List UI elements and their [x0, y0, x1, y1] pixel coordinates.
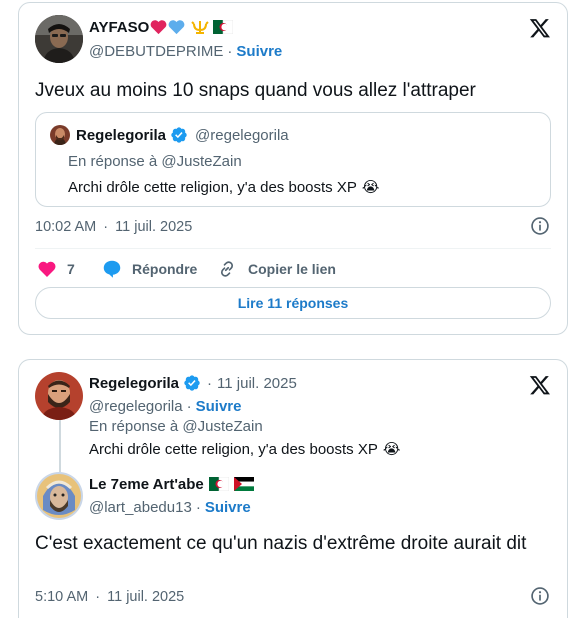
reply-time: 5:10 AM	[35, 589, 89, 605]
tweet-date: 11 juil. 2025	[115, 219, 193, 235]
quoted-reply-to: En réponse à @JusteZain	[68, 153, 242, 170]
embedded-tweet-card: Regelegorila · 11 juil. 2025 @regelegori…	[18, 359, 568, 618]
algeria-flag-icon	[213, 20, 234, 34]
info-circle-icon[interactable]	[530, 216, 550, 236]
avatar-photo-icon	[35, 372, 83, 420]
copy-link-button[interactable]: Copier le lien	[217, 258, 336, 280]
reply-author-name[interactable]: Le 7eme Art'abe	[89, 476, 204, 493]
palestine-flag-icon	[233, 477, 254, 491]
reply-timestamp[interactable]: 5:10 AM · 11 juil. 2025	[35, 589, 184, 605]
reply-author-handle[interactable]: @lart_abedu13	[89, 499, 192, 516]
author-handle-row: @DEBUTDEPRIME · Suivre	[89, 41, 282, 61]
embedded-tweet-card: AYFASO @DEBUTDEPRIME · Suivre Jveux au m…	[18, 2, 568, 335]
follow-button[interactable]: Suivre	[236, 43, 282, 60]
author-name[interactable]: AYFASO	[89, 19, 149, 36]
tweet-timestamp[interactable]: 10:02 AM · 11 juil. 2025	[35, 219, 192, 235]
quoted-author-avatar	[50, 125, 70, 145]
read-replies-label: Lire 11 réponses	[237, 295, 349, 311]
separator-dot: ·	[227, 42, 233, 60]
parent-date[interactable]: 11 juil. 2025	[217, 375, 297, 392]
author-avatar[interactable]	[35, 15, 83, 63]
avatar-photo-icon	[35, 472, 83, 520]
separator-dot: ·	[207, 374, 213, 392]
quoted-author-row: Regelegorila @regelegorila	[76, 125, 289, 145]
verified-badge-icon	[171, 127, 187, 143]
blue-heart-emoji-icon	[168, 20, 185, 35]
reply-button[interactable]: Répondre	[101, 258, 197, 280]
author-handle[interactable]: @DEBUTDEPRIME	[89, 43, 223, 60]
crying-face-emoji: 😭	[382, 441, 401, 458]
reply-author-avatar[interactable]	[35, 472, 83, 520]
follow-button[interactable]: Suivre	[196, 398, 242, 415]
verified-badge-icon	[184, 375, 200, 391]
read-replies-button[interactable]: Lire 11 réponses	[35, 287, 551, 319]
speech-bubble-icon	[103, 260, 121, 278]
quoted-text: Archi drôle cette religion, y'a des boos…	[68, 178, 357, 196]
tweet-text: Jveux au moins 10 snaps quand vous allez…	[35, 80, 476, 101]
parent-author-avatar[interactable]	[35, 372, 83, 420]
algeria-flag-icon	[208, 477, 229, 491]
x-logo-icon[interactable]	[529, 17, 551, 39]
avatar-photo-icon	[35, 15, 83, 63]
quoted-author-name: Regelegorila	[76, 126, 167, 144]
reply-author-row: Le 7eme Art'abe	[89, 474, 254, 494]
avatar-photo-icon	[50, 125, 70, 145]
x-logo-icon[interactable]	[529, 374, 551, 396]
parent-text: Archi drôle cette religion, y'a des boos…	[89, 440, 378, 458]
separator-dot: ·	[95, 589, 101, 605]
crying-face-emoji: 😭	[361, 179, 380, 196]
separator-dot: ·	[195, 498, 201, 516]
reply-label: Répondre	[132, 261, 198, 277]
reply-date: 11 juil. 2025	[107, 589, 185, 605]
follow-button[interactable]: Suivre	[205, 499, 251, 516]
info-circle-icon[interactable]	[530, 586, 550, 606]
quoted-author-handle: @regelegorila	[195, 126, 289, 144]
parent-handle-row: @regelegorila · Suivre	[89, 396, 241, 416]
separator-dot: ·	[186, 397, 192, 415]
like-count: 7	[67, 261, 75, 277]
trident-emoji-icon	[191, 21, 210, 34]
divider	[35, 248, 551, 249]
parent-author-row: Regelegorila · 11 juil. 2025	[89, 373, 297, 393]
thread-connector-line	[59, 420, 61, 472]
separator-dot: ·	[103, 219, 109, 235]
like-button[interactable]: 7	[37, 258, 75, 280]
parent-reply-to: En réponse à @JusteZain	[89, 418, 263, 435]
parent-text-row: Archi drôle cette religion, y'a des boos…	[89, 438, 400, 460]
quoted-tweet[interactable]: Regelegorila @regelegorila En réponse à …	[35, 112, 551, 207]
tweet-time: 10:02 AM	[35, 219, 97, 235]
red-heart-emoji-icon	[150, 20, 167, 35]
heart-icon	[38, 261, 56, 277]
reply-handle-row: @lart_abedu13 · Suivre	[89, 497, 251, 517]
link-icon	[220, 261, 234, 277]
parent-author-name[interactable]: Regelegorila	[89, 375, 179, 392]
author-name-row[interactable]: AYFASO	[89, 17, 234, 37]
parent-author-handle[interactable]: @regelegorila	[89, 398, 183, 415]
quoted-text-row: Archi drôle cette religion, y'a des boos…	[68, 175, 379, 199]
reply-text: C'est exactement ce qu'un nazis d'extrêm…	[35, 533, 527, 554]
copy-link-label: Copier le lien	[248, 261, 336, 277]
